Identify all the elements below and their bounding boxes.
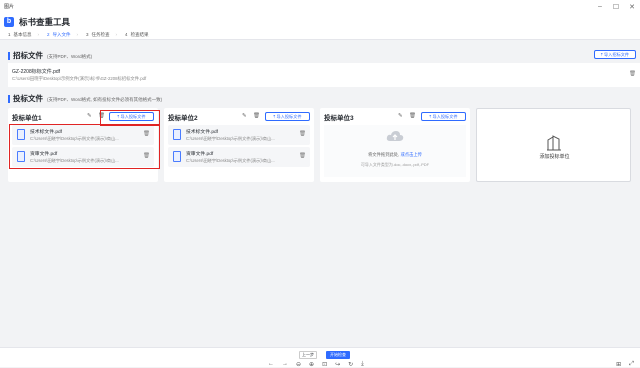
tender-section-title: 招标文件 (支持PDF、Word格式)	[8, 50, 92, 61]
delete-icon[interactable]: 🗑	[409, 113, 416, 119]
step-label: 导入文件	[52, 31, 71, 37]
maximize-icon[interactable]: ☐	[608, 0, 624, 13]
step-label: 基本信息	[13, 31, 32, 37]
import-bid-button[interactable]: ⤒ 导入投标文件	[421, 112, 466, 121]
step-2[interactable]: 2 导入文件	[47, 32, 71, 38]
import-tender-label: 导入招标文件	[603, 51, 630, 57]
step-separator: ›	[115, 32, 118, 37]
tender-hint: (支持PDF、Word格式)	[47, 54, 93, 59]
app-header: b 标书查重工具	[0, 13, 640, 30]
add-unit-label: 添加投标单位	[539, 154, 570, 160]
unit-title: 投标单位1	[12, 115, 42, 122]
window-titlebar: 图片 – ☐ ✕	[0, 0, 640, 13]
section-bar	[8, 94, 10, 103]
section-bar	[8, 51, 10, 60]
tender-file-path: C:\Users\田晓宇\Desktop\示例文件(演示)\标书\GZ-2208…	[12, 76, 147, 81]
import-bid-button[interactable]: ⤒ 导入投标文件	[265, 112, 310, 121]
step-3[interactable]: 3 任务检查	[86, 32, 110, 38]
import-tender-button[interactable]: ⤒ 导入招标文件	[594, 50, 636, 59]
delete-icon[interactable]: 🗑	[253, 113, 260, 119]
add-bid-unit-card[interactable]: 添加投标单位	[476, 108, 631, 182]
start-check-button[interactable]: 开始检查	[326, 351, 350, 359]
tender-file-name: GZ-2208标标文件.pdf	[12, 69, 61, 75]
import-bid-label: 导入投标文件	[432, 113, 458, 119]
step-number: 4	[125, 32, 128, 37]
tender-title: 招标文件	[13, 51, 43, 60]
step-1[interactable]: 1 基本信息	[8, 32, 32, 38]
upload-formats: 可导入文件类型为.doc,.docx,.pdf,.PDF	[360, 162, 430, 167]
unit-title: 投标单位3	[324, 115, 354, 122]
tender-file-card: GZ-2208标标文件.pdf C:\Users\田晓宇\Desktop\示例文…	[8, 63, 640, 87]
step-4[interactable]: 4 检查结果	[125, 32, 149, 38]
file-icon	[173, 151, 181, 162]
step-label: 检查结果	[130, 31, 149, 37]
step-number: 1	[8, 32, 11, 37]
bid-file-name: 技术标文件.pdf	[186, 130, 218, 135]
prev-button[interactable]: 上一步	[299, 351, 317, 359]
bid-unit-3: 投标单位3 ✎ 🗑 ⤒ 导入投标文件 将文件拖到此处, 或点击上传 可导入文件类…	[320, 108, 470, 182]
bid-file: 资审文件.pdf C:\Users\田晓宇\Desktop\示例文件(演示)\商…	[168, 147, 310, 167]
bid-file-path: C:\Users\田晓宇\Desktop\示例文件(演示)\商山...	[186, 158, 275, 163]
upload-link[interactable]: 或点击上传	[400, 152, 421, 157]
upload-hint: 将文件拖到此处, 或点击上传	[324, 152, 466, 158]
unit-title: 投标单位2	[168, 115, 198, 122]
import-bid-label: 导入投标文件	[276, 113, 302, 119]
step-bar: 1 基本信息 › 2 导入文件 › 3 任务检查 › 4 检查结果	[0, 30, 640, 40]
app-title: 标书查重工具	[19, 16, 71, 27]
delete-icon[interactable]: 🗑	[629, 71, 636, 77]
delete-icon[interactable]: 🗑	[299, 153, 306, 159]
file-icon	[173, 129, 181, 140]
upload-text: 将文件拖到此处,	[368, 152, 401, 157]
footer-bar: 上一步 开始检查 ← → ⊖ ⊕ ⊡ ↪ ↻ ⤓ ⊞ ⤢	[0, 347, 640, 368]
step-number: 2	[47, 32, 50, 37]
bid-section-title: 投标文件 (支持PDF、Word格式, 如有投标文件必须有其他格式一致)	[8, 93, 162, 104]
edit-icon[interactable]: ✎	[87, 113, 92, 119]
bid-unit-2: 投标单位2 ✎ 🗑 ⤒ 导入投标文件 技术标文件.pdf C:\Users\田晓…	[164, 108, 314, 182]
cloud-upload-icon	[386, 131, 404, 141]
bid-hint: (支持PDF、Word格式, 如有投标文件必须有其他格式一致)	[47, 97, 163, 102]
close-icon[interactable]: ✕	[624, 0, 640, 13]
highlight-box	[9, 124, 160, 169]
delete-icon[interactable]: 🗑	[299, 131, 306, 137]
building-icon	[547, 135, 561, 151]
step-separator: ›	[37, 32, 40, 37]
bid-file: 技术标文件.pdf C:\Users\田晓宇\Desktop\示例文件(演示)\…	[168, 125, 310, 145]
step-label: 任务检查	[91, 31, 110, 37]
edit-icon[interactable]: ✎	[398, 113, 403, 119]
window-controls: – ☐ ✕	[592, 0, 640, 13]
minimize-icon[interactable]: –	[592, 0, 608, 13]
step-number: 3	[86, 32, 89, 37]
edit-icon[interactable]: ✎	[242, 113, 247, 119]
bid-file-path: C:\Users\田晓宇\Desktop\示例文件(演示)\商山...	[186, 136, 275, 141]
step-separator: ›	[76, 32, 79, 37]
app-logo-icon: b	[4, 16, 14, 27]
upload-dropzone[interactable]: 将文件拖到此处, 或点击上传 可导入文件类型为.doc,.docx,.pdf,.…	[324, 125, 466, 177]
bid-title: 投标文件	[13, 94, 43, 103]
bid-file-name: 资审文件.pdf	[186, 152, 214, 157]
window-title: 图片	[4, 4, 15, 10]
